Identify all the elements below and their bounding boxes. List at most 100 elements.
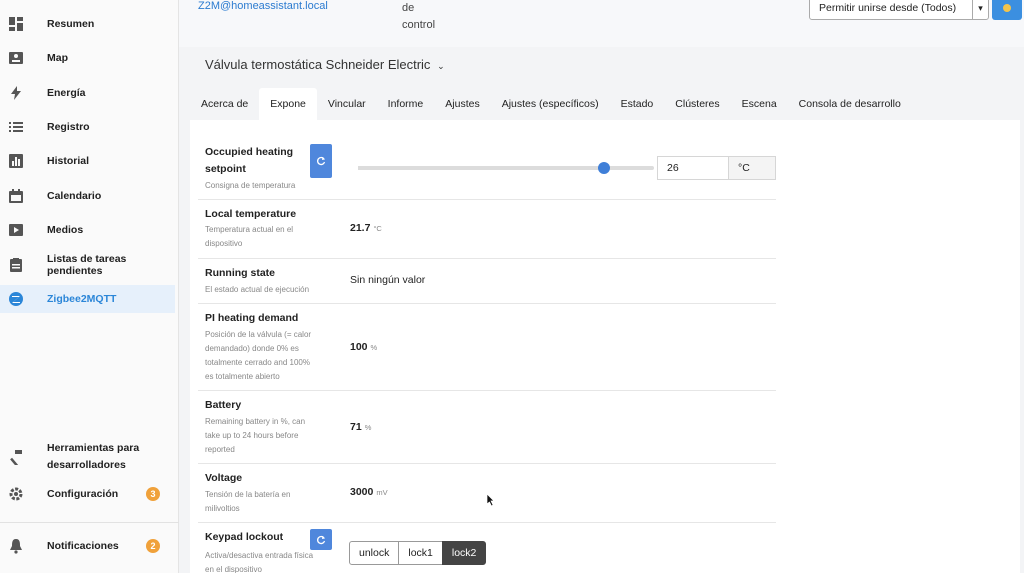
sidebar-item-configuracion[interactable]: Configuración 3 [0,480,175,508]
sidebar-item-map[interactable]: Map [0,44,175,72]
option-lock1[interactable]: lock1 [398,541,443,565]
expose-desc: El estado actual de ejecución [205,285,310,294]
host-link[interactable]: Z2M@homeassistant.local [198,0,328,12]
keypad-lockout-options: unlock lock1 lock2 [349,541,487,565]
expose-desc-line1: Remaining battery in %, can [205,417,306,426]
permit-join-button[interactable] [992,0,1022,20]
expose-desc-line2: dispositivo [205,239,243,248]
dev-tools-label-line1: Herramientas para [47,442,140,454]
expose-desc-line2: en el dispositivo [205,565,262,573]
mouse-cursor-icon [487,494,495,506]
tab-expone[interactable]: Expone [259,88,317,120]
sidebar-item-label: Energía [47,87,86,99]
tab-clusteres[interactable]: Clústeres [664,88,730,120]
tab-consola[interactable]: Consola de desarrollo [788,88,912,120]
expose-desc-line1: Tensión de la batería en [205,490,291,499]
list-icon [9,122,23,132]
lightning-icon [11,86,21,100]
sidebar-item-tareas[interactable]: Listas de tareas pendientes [0,251,175,279]
expose-desc-line1: Temperatura actual en el [205,225,294,234]
expose-desc: Temperatura actual en el dispositivo [205,223,335,251]
sidebar-item-label: Notificaciones [47,540,119,552]
expose-value-number: 3000 [350,486,374,498]
expose-row-keypad-lockout: Keypad lockout Activa/desactiva entrada … [198,523,776,573]
expose-name: PI heating demand [205,312,299,324]
tab-estado[interactable]: Estado [610,88,665,120]
calendar-icon [9,189,23,203]
setpoint-slider[interactable] [358,162,654,174]
tab-informe[interactable]: Informe [377,88,435,120]
chevron-down-icon[interactable]: ▾ [972,0,988,19]
dashboard-icon [9,17,23,31]
refresh-icon [317,156,326,166]
expose-row-setpoint: Occupied heating setpoint Consigna de te… [198,133,776,200]
expose-name: Local temperature [205,208,297,220]
chevron-down-icon: ⌄ [437,61,445,71]
expose-value-unit: °C [373,224,382,233]
sidebar-item-dev-tools[interactable]: Herramientas para desarrolladores [0,437,175,477]
option-lock2[interactable]: lock2 [441,541,487,565]
expose-row-local-temperature: Local temperature Temperatura actual en … [198,200,776,259]
sidebar-item-medios[interactable]: Medios [0,216,175,244]
sidebar-item-label: Calendario [47,190,102,202]
expose-name-line2: setpoint [205,163,246,175]
zigbee-icon [9,292,23,306]
tab-escena[interactable]: Escena [731,88,788,120]
sidebar-item-label: Map [47,52,68,64]
refresh-button[interactable] [310,144,332,178]
tab-acerca-de[interactable]: Acerca de [190,88,259,120]
sidebar-item-notificaciones[interactable]: Notificaciones 2 [0,532,175,560]
setpoint-input[interactable]: 26 [657,156,729,180]
tab-vincular[interactable]: Vincular [317,88,377,120]
expose-name: Occupied heating setpoint [205,144,293,178]
sidebar-item-zigbee2mqtt[interactable]: Zigbee2MQTT [0,285,175,313]
expose-name: Voltage [205,472,243,484]
refresh-icon [317,535,326,544]
expose-value: 100% [350,341,377,353]
expose-value-number: 71 [350,421,362,433]
expose-desc: Remaining battery in %, can take up to 2… [205,415,335,457]
sidebar: Resumen Map Energía Registro Historial C… [0,0,179,573]
sidebar-item-label: Medios [47,224,84,236]
sidebar-item-label: Herramientas para desarrolladores [47,440,139,474]
expose-desc-line3: reported [205,445,235,454]
expose-name: Battery [205,399,242,411]
option-unlock[interactable]: unlock [349,541,400,565]
device-title[interactable]: Válvula termostática Schneider Electric … [205,57,445,72]
sidebar-item-resumen[interactable]: Resumen [0,10,175,38]
slider-thumb[interactable] [597,162,610,174]
sidebar-divider [0,522,179,523]
slider-fill [358,166,604,170]
expose-value-unit: % [364,423,372,432]
clipboard-icon [10,258,22,272]
control-label: de control [402,0,435,34]
expose-row-battery: Battery Remaining battery in %, can take… [198,391,776,464]
expose-desc-line3: totalmente cerrado and 100% [205,358,310,367]
expose-row-running-state: Running state El estado actual de ejecuc… [198,259,776,304]
expose-value: 3000 mV [350,486,388,498]
sidebar-item-registro[interactable]: Registro [0,113,175,141]
notifications-badge: 2 [146,539,160,553]
dev-tools-label-line2: desarrolladores [47,459,126,471]
hammer-icon [10,450,22,465]
expose-desc-line4: es totalmente abierto [205,372,280,381]
sidebar-item-label: Resumen [47,18,95,30]
expose-name: Keypad lockout [205,531,284,543]
setpoint-unit: °C [728,156,776,180]
sidebar-item-label: Listas de tareas pendientes [47,253,127,277]
expose-desc-line1: Posición de la válvula (= calor [205,330,312,339]
sidebar-item-energia[interactable]: Energía [0,79,175,107]
sidebar-item-calendario[interactable]: Calendario [0,182,175,210]
tab-ajustes[interactable]: Ajustes [434,88,490,120]
sidebar-item-historial[interactable]: Historial [0,147,175,175]
tab-ajustes-especificos[interactable]: Ajustes (específicos) [491,88,610,120]
permit-join-select[interactable]: Permitir unirse desde (Todos) ▾ [809,0,989,20]
sun-icon [1003,4,1011,12]
sidebar-item-label: Configuración [47,488,119,500]
refresh-button[interactable] [310,529,332,550]
expose-desc: Posición de la válvula (= calor demandad… [205,328,335,384]
expose-value-unit: % [370,343,378,352]
control-label-line1: de [402,2,415,14]
expose-value: Sin ningún valor [350,274,426,286]
expose-value-number: 100 [350,341,368,353]
